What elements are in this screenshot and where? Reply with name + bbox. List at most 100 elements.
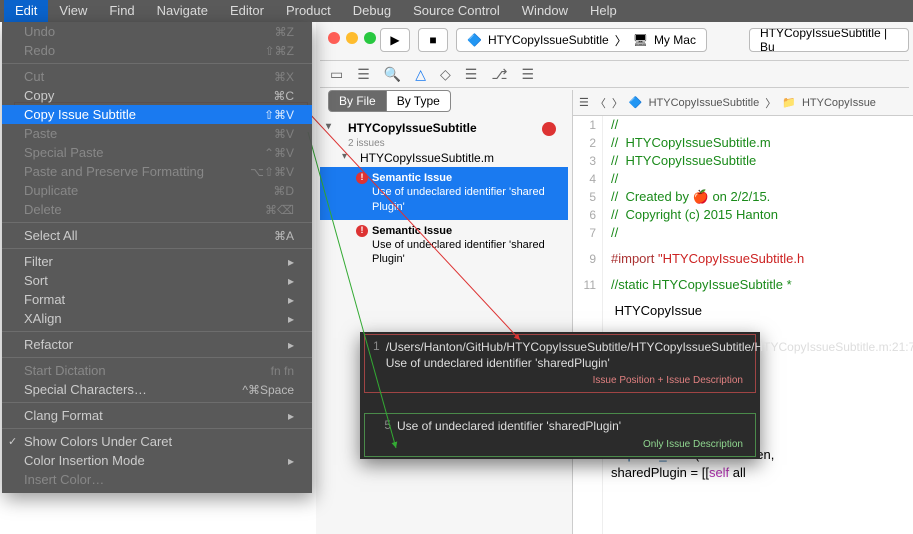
label: Refactor xyxy=(24,337,73,352)
menu-clang-format[interactable]: Clang Format▸ xyxy=(2,406,312,425)
menu-window[interactable]: Window xyxy=(511,0,579,22)
label: Duplicate xyxy=(24,183,78,198)
shortcut: ⌘V xyxy=(274,127,294,141)
test-icon[interactable]: ◇ xyxy=(440,66,451,83)
menu-cut[interactable]: Cut⌘X xyxy=(2,67,312,86)
menu-refactor[interactable]: Refactor▸ xyxy=(2,335,312,354)
menu-format[interactable]: Format▸ xyxy=(2,290,312,309)
symbol-icon[interactable]: ☰ xyxy=(357,66,370,83)
edit-dropdown: Undo⌘Z Redo⇧⌘Z Cut⌘X Copy⌘C Copy Issue S… xyxy=(2,22,312,493)
menu-duplicate[interactable]: Duplicate ⌘D xyxy=(2,181,312,200)
scheme-device: My Mac xyxy=(654,33,696,47)
menu-select-all[interactable]: Select All⌘A xyxy=(2,226,312,245)
menu-show-colors[interactable]: Show Colors Under Caret xyxy=(2,432,312,451)
breadcrumb-project[interactable]: HTYCopyIssueSubtitle xyxy=(649,97,760,109)
issue-title: Semantic Issue xyxy=(372,225,452,237)
code-content[interactable]: // // HTYCopyIssueSubtitle.m // HTYCopyI… xyxy=(603,116,804,534)
menu-debug[interactable]: Debug xyxy=(342,0,402,22)
code-editor[interactable]: 123 456 79 11 2021 // // HTYCopyIssueSub… xyxy=(572,116,913,534)
debug-icon[interactable]: ☰ xyxy=(465,66,478,83)
label: Color Insertion Mode xyxy=(24,453,145,468)
menu-help[interactable]: Help xyxy=(579,0,628,22)
panel-text-full: /Users/Hanton/GitHub/HTYCopyIssueSubtitl… xyxy=(386,339,913,371)
menu-color-insertion[interactable]: Color Insertion Mode▸ xyxy=(2,451,312,470)
shortcut: ⇧⌘V xyxy=(264,108,294,122)
back-button[interactable]: 〈 xyxy=(595,95,606,111)
issue-item[interactable]: ! Semantic Issue Use of undeclared ident… xyxy=(320,220,568,273)
run-button[interactable]: ▶ xyxy=(380,28,410,52)
separator xyxy=(2,331,312,332)
report-icon[interactable]: ☰ xyxy=(522,66,535,83)
separator xyxy=(2,248,312,249)
project-name: HTYCopyIssueSubtitle xyxy=(348,121,477,135)
menu-edit[interactable]: Edit xyxy=(4,0,48,22)
label: Show Colors Under Caret xyxy=(24,434,172,449)
issue-item-selected[interactable]: ! Semantic Issue Use of undeclared ident… xyxy=(320,167,568,220)
label: Delete xyxy=(24,202,62,217)
label: Undo xyxy=(24,24,55,39)
breadcrumb-folder[interactable]: HTYCopyIssue xyxy=(802,97,876,109)
stop-button[interactable]: ■ xyxy=(418,28,448,52)
search-icon[interactable]: 🔍 xyxy=(384,66,401,83)
chevron-right-icon: ▸ xyxy=(288,312,294,326)
menu-special-characters[interactable]: Special Characters…^⌘Space xyxy=(2,380,312,399)
panel-label-green: Only Issue Description xyxy=(367,437,753,454)
related-icon[interactable]: ☰ xyxy=(579,96,589,109)
chevron-right-icon: 〉 xyxy=(765,95,776,111)
menu-editor[interactable]: Editor xyxy=(219,0,275,22)
label: Sort xyxy=(24,273,48,288)
file-name: HTYCopyIssueSubtitle.m xyxy=(360,151,494,165)
menu-product[interactable]: Product xyxy=(275,0,342,22)
menu-start-dictation[interactable]: Start Dictationfn fn xyxy=(2,361,312,380)
tab-by-file[interactable]: By File xyxy=(328,90,387,112)
panel-text-short: Use of undeclared identifier 'sharedPlug… xyxy=(397,418,747,434)
menu-paste-preserve[interactable]: Paste and Preserve Formatting⌥⇧⌘V xyxy=(2,162,312,181)
shortcut: ⌥⇧⌘V xyxy=(250,165,294,179)
issue-icon[interactable]: △ xyxy=(415,66,426,83)
menu-filter[interactable]: Filter▸ xyxy=(2,252,312,271)
label: Redo xyxy=(24,43,55,58)
menu-navigate[interactable]: Navigate xyxy=(146,0,219,22)
menu-undo[interactable]: Undo⌘Z xyxy=(2,22,312,41)
menu-delete[interactable]: Delete⌘⌫ xyxy=(2,200,312,219)
forward-button[interactable]: 〉 xyxy=(612,95,623,111)
menu-view[interactable]: View xyxy=(48,0,98,22)
separator xyxy=(2,428,312,429)
label: Special Paste xyxy=(24,145,104,160)
line-gutter: 123 456 79 11 2021 xyxy=(573,116,603,534)
jump-bar[interactable]: ☰ 〈 〉 🔷 HTYCopyIssueSubtitle 〉 📁 HTYCopy… xyxy=(572,90,913,116)
menu-find[interactable]: Find xyxy=(98,0,145,22)
toolbar: ▶ ■ 🔷 HTYCopyIssueSubtitle 〉 🖥 My Mac xyxy=(380,28,707,52)
separator xyxy=(2,357,312,358)
menu-copy[interactable]: Copy⌘C xyxy=(2,86,312,105)
separator xyxy=(2,402,312,403)
menu-copy-issue-subtitle[interactable]: Copy Issue Subtitle ⇧⌘V xyxy=(2,105,312,124)
tab-by-type[interactable]: By Type xyxy=(387,90,451,112)
label: Copy Issue Subtitle xyxy=(24,107,136,122)
menu-redo[interactable]: Redo⇧⌘Z xyxy=(2,41,312,60)
issue-message: Use of undeclared identifier 'shared Plu… xyxy=(372,239,545,265)
shortcut: ⌘D xyxy=(273,184,294,198)
scheme-selector[interactable]: 🔷 HTYCopyIssueSubtitle 〉 🖥 My Mac xyxy=(456,28,707,52)
folder-icon[interactable]: ▭ xyxy=(330,66,343,83)
zoom-window-button[interactable] xyxy=(364,32,376,44)
file-row[interactable]: HTYCopyIssueSubtitle.m xyxy=(320,149,568,167)
label: Select All xyxy=(24,228,77,243)
menu-source-control[interactable]: Source Control xyxy=(402,0,511,22)
menu-insert-color[interactable]: Insert Color… xyxy=(2,470,312,489)
minimize-window-button[interactable] xyxy=(346,32,358,44)
menu-special-paste[interactable]: Special Paste⌃⌘V xyxy=(2,143,312,162)
breakpoint-icon[interactable]: ⎇ xyxy=(491,66,507,83)
device-icon: 🖥 xyxy=(633,33,648,47)
issue-count: 2 issues xyxy=(348,138,385,149)
menu-xalign[interactable]: XAlign ▸ xyxy=(2,309,312,328)
menu-paste[interactable]: Paste⌘V xyxy=(2,124,312,143)
label: XAlign xyxy=(24,311,62,326)
panel-red-section: 1/Users/Hanton/GitHub/HTYCopyIssueSubtit… xyxy=(364,334,756,393)
menu-sort[interactable]: Sort▸ xyxy=(2,271,312,290)
project-header[interactable]: HTYCopyIssueSubtitle 2 issues xyxy=(320,118,568,149)
close-window-button[interactable] xyxy=(328,32,340,44)
error-badge-icon xyxy=(542,122,556,136)
label: Special Characters… xyxy=(24,382,147,397)
panel-line-number: 5 xyxy=(373,418,397,432)
